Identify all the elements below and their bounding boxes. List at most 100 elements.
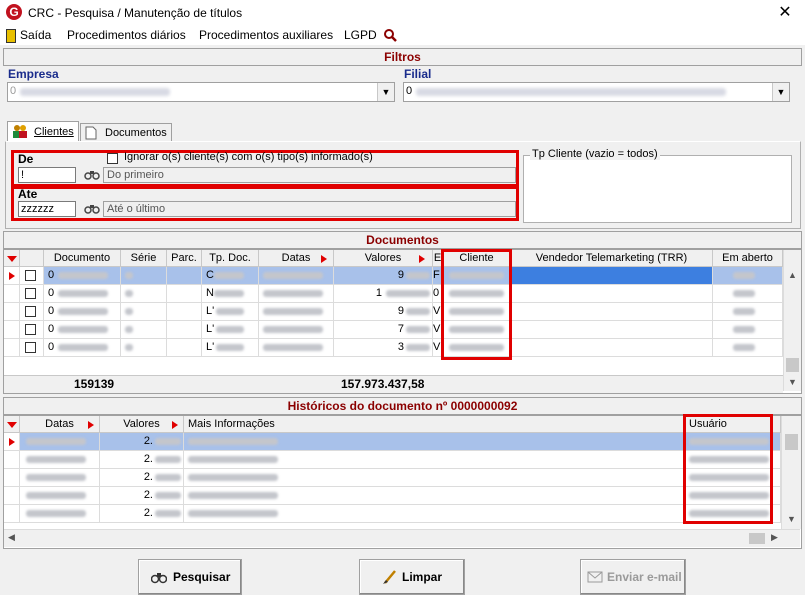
tab-documentos[interactable]: Documentos <box>80 123 172 142</box>
row-checkbox[interactable] <box>25 324 36 335</box>
hist-col-valores-label: Valores <box>123 418 160 430</box>
col-valores[interactable]: Valores <box>334 250 433 267</box>
row-documento: 0 <box>48 323 55 335</box>
scroll-down-icon[interactable]: ▼ <box>787 514 796 524</box>
de-input[interactable]: ! <box>18 167 76 183</box>
de-label: De <box>18 152 34 166</box>
menu-lgpd[interactable]: LGPD <box>344 28 377 42</box>
app-logo-icon: G <box>6 4 22 20</box>
close-icon[interactable]: ✕ <box>774 2 796 24</box>
tp-cliente-box[interactable] <box>523 155 792 223</box>
empresa-label: Empresa <box>8 67 59 81</box>
sort-down-icon <box>7 256 17 262</box>
scroll-thumb[interactable] <box>786 358 799 372</box>
hist-col-datas[interactable]: Datas <box>20 416 100 433</box>
pesquisar-label: Pesquisar <box>173 570 231 584</box>
filial-label: Filial <box>404 67 432 81</box>
title-bar: G CRC - Pesquisa / Manutenção de títulos… <box>0 0 805 26</box>
historicos-scrollbar[interactable]: ▼ <box>781 416 801 529</box>
binoculars-icon <box>151 573 167 584</box>
tab-documentos-label: Documentos <box>105 127 167 139</box>
scroll-up-icon[interactable]: ▲ <box>788 270 797 280</box>
chevron-down-icon[interactable]: ▼ <box>772 83 789 101</box>
col-serie[interactable]: Série <box>121 250 167 267</box>
table-row[interactable]: 0 L' 7 V <box>4 321 783 339</box>
table-row[interactable]: 2. <box>4 469 781 487</box>
table-row[interactable]: 2. <box>4 487 781 505</box>
limpar-button[interactable]: Limpar <box>359 559 465 595</box>
row-checkbox[interactable] <box>25 306 36 317</box>
table-row[interactable]: 0 N 1 0 <box>4 285 783 303</box>
hscroll-thumb[interactable] <box>749 533 765 544</box>
row-tp-doc: C <box>206 269 214 281</box>
table-row[interactable]: 0 L' 3 V <box>4 339 783 357</box>
menu-procedimentos-auxiliares[interactable]: Procedimentos auxiliares <box>199 28 333 42</box>
documentos-scrollbar[interactable]: ▲ ▼ <box>783 250 801 391</box>
documentos-header: Documentos <box>3 231 802 249</box>
search-icon[interactable] <box>383 28 397 42</box>
empresa-select[interactable]: 0 ▼ <box>7 82 395 102</box>
table-row[interactable]: 0 L' 9 V <box>4 303 783 321</box>
row-documento: 0 <box>48 269 55 281</box>
col-documento[interactable]: Documento <box>44 250 121 267</box>
chevron-down-icon[interactable]: ▼ <box>377 83 394 101</box>
tab-clientes-label: Clientes <box>34 126 74 138</box>
scroll-down-icon[interactable]: ▼ <box>788 377 797 387</box>
documentos-grid[interactable]: Documento Série Parc. Tp. Doc. Datas Val… <box>3 249 802 394</box>
ignore-types-label: Ignorar o(s) cliente(s) com o(s) tipo(s)… <box>124 151 373 163</box>
document-icon <box>85 126 97 140</box>
col-em-aberto[interactable]: Em aberto <box>713 250 783 267</box>
col-tp-doc[interactable]: Tp. Doc. <box>202 250 259 267</box>
table-row[interactable]: 2. <box>4 505 781 523</box>
limpar-label: Limpar <box>402 570 443 584</box>
sort-icon <box>419 255 425 263</box>
table-row[interactable]: 0 C 9 F <box>4 267 783 285</box>
scroll-thumb[interactable] <box>785 434 798 450</box>
filial-select[interactable]: 0 ▼ <box>403 82 790 102</box>
tp-cliente-label: Tp Cliente (vazio = todos) <box>530 148 660 160</box>
tab-clientes[interactable]: Clientes <box>7 121 79 142</box>
sort-icon <box>172 421 178 429</box>
col-parc[interactable]: Parc. <box>167 250 202 267</box>
empresa-value: 0 <box>10 85 17 97</box>
total-value: 157.973.437,58 <box>341 377 425 391</box>
historicos-hscrollbar[interactable]: ◀ ▶ <box>4 529 800 547</box>
scroll-left-icon[interactable]: ◀ <box>8 532 15 543</box>
sort-icon <box>88 421 94 429</box>
ate-label: Ate <box>18 187 38 201</box>
brush-icon <box>383 570 396 584</box>
col-datas-label: Datas <box>281 252 311 264</box>
row-tp-doc: N <box>206 287 214 299</box>
historicos-header: Históricos do documento nº 0000000092 <box>3 397 802 415</box>
table-row[interactable]: 2. <box>4 433 781 451</box>
row-checkbox[interactable] <box>25 270 36 281</box>
binoculars-icon[interactable] <box>84 202 100 215</box>
hist-col-datas-label: Datas <box>45 418 74 430</box>
hist-col-mais-info[interactable]: Mais Informações <box>184 416 685 433</box>
menu-procedimentos-diarios[interactable]: Procedimentos diários <box>67 28 186 42</box>
hist-col-valores[interactable]: Valores <box>100 416 184 433</box>
ignore-types-checkbox[interactable] <box>107 153 118 164</box>
col-vendedor[interactable]: Vendedor Telemarketing (TRR) <box>511 250 713 267</box>
table-row[interactable]: 2. <box>4 451 781 469</box>
col-valores-label: Valores <box>364 252 402 264</box>
ate-description: Até o último <box>103 201 516 217</box>
menu-saida[interactable]: Saída <box>20 28 51 42</box>
filial-value: 0 <box>406 85 413 97</box>
col-datas[interactable]: Datas <box>259 250 334 267</box>
total-count: 159139 <box>74 377 115 391</box>
row-documento: 0 <box>48 305 55 317</box>
sort-icon <box>321 255 327 263</box>
enviar-email-button[interactable]: Enviar e-mail <box>580 559 686 595</box>
row-checkbox[interactable] <box>25 288 36 299</box>
scroll-right-icon[interactable]: ▶ <box>771 532 778 543</box>
row-tp-doc: L' <box>206 341 215 353</box>
ate-input[interactable]: zzzzzz <box>18 201 76 217</box>
cliente-highlight-box <box>441 249 512 360</box>
row-pointer-icon <box>9 272 15 280</box>
usuario-highlight-box <box>683 414 773 524</box>
row-checkbox[interactable] <box>25 342 36 353</box>
users-icon <box>13 125 27 138</box>
binoculars-icon[interactable] <box>84 168 100 181</box>
pesquisar-button[interactable]: Pesquisar <box>138 559 242 595</box>
